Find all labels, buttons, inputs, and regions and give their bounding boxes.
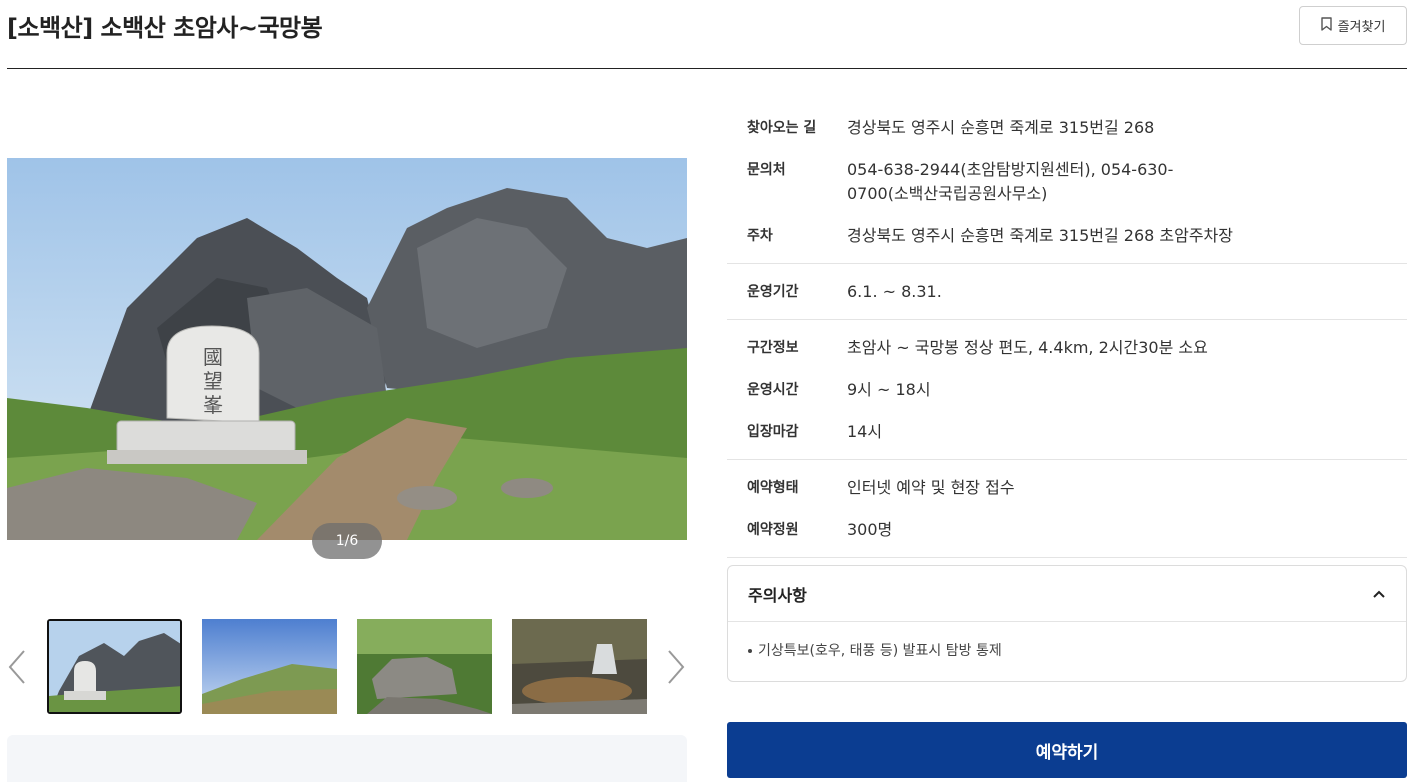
info-row: 구간정보 초암사 ~ 국망봉 정상 편도, 4.4km, 2시간30분 소요 [727, 327, 1407, 369]
reserve-button[interactable]: 예약하기 [727, 722, 1407, 778]
info-row: 예약형태 인터넷 예약 및 현장 접수 [727, 467, 1407, 509]
thumbnail-3[interactable] [357, 619, 492, 714]
svg-text:峯: 峯 [203, 393, 223, 417]
info-value: 6.1. ~ 8.31. [847, 282, 942, 301]
thumbnail-strip [0, 618, 700, 716]
notice-title: 주의사항 [748, 585, 807, 605]
favorite-button[interactable]: 즐겨찾기 [1299, 6, 1407, 45]
info-value: 300명 [847, 520, 893, 539]
svg-text:國: 國 [203, 345, 223, 369]
info-row: 예약정원 300명 [727, 509, 1407, 551]
next-arrow-icon[interactable] [665, 648, 687, 686]
info-label: 예약형태 [747, 480, 799, 496]
info-value: 14시 [847, 422, 883, 441]
svg-text:望: 望 [203, 369, 223, 393]
info-label: 입장마감 [747, 424, 799, 440]
info-label: 주차 [747, 228, 773, 244]
photo-counter: 1/6 [312, 523, 382, 559]
info-value: 경상북도 영주시 순흥면 죽계로 315번길 268 초암주차장 [847, 226, 1233, 245]
notice-panel: 주의사항 기상특보(호우, 태풍 등) 발표시 탐방 통제 [727, 565, 1407, 682]
info-row: 운영기간 6.1. ~ 8.31. [727, 271, 1407, 313]
info-label: 구간정보 [747, 340, 799, 356]
info-row: 주차 경상북도 영주시 순흥면 죽계로 315번길 268 초암주차장 [727, 215, 1407, 257]
thumbnail-2[interactable] [202, 619, 337, 714]
info-label: 운영시간 [747, 382, 799, 398]
info-group-reservation: 예약형태 인터넷 예약 및 현장 접수 예약정원 300명 [727, 460, 1407, 558]
page-title: [소백산] 소백산 초암사~국망봉 [7, 14, 323, 42]
description-box [7, 735, 687, 782]
bullet-icon [748, 649, 752, 653]
info-value: 경상북도 영주시 순흥면 죽계로 315번길 268 [847, 118, 1155, 137]
info-value: 인터넷 예약 및 현장 접수 [847, 478, 1015, 497]
info-table: 찾아오는 길 경상북도 영주시 순흥면 죽계로 315번길 268 문의처 05… [727, 100, 1407, 558]
info-group-location: 찾아오는 길 경상북도 영주시 순흥면 죽계로 315번길 268 문의처 05… [727, 100, 1407, 264]
info-value: 054-638-2944(초암탐방지원센터), 054-630-0700(소백산… [847, 160, 1174, 203]
notice-item: 기상특보(호우, 태풍 등) 발표시 탐방 통제 [758, 643, 1002, 659]
prev-arrow-icon[interactable] [6, 648, 28, 686]
favorite-label: 즐겨찾기 [1337, 20, 1386, 35]
info-group-period: 운영기간 6.1. ~ 8.31. [727, 264, 1407, 320]
info-label: 문의처 [747, 162, 786, 178]
notice-toggle[interactable]: 주의사항 [728, 566, 1406, 622]
info-row: 입장마감 14시 [727, 411, 1407, 453]
main-photo[interactable]: 國 望 峯 [7, 158, 687, 540]
thumbnail-1[interactable] [47, 619, 182, 714]
thumbnail-4[interactable] [512, 619, 647, 714]
info-group-course: 구간정보 초암사 ~ 국망봉 정상 편도, 4.4km, 2시간30분 소요 운… [727, 320, 1407, 460]
info-label: 예약정원 [747, 522, 799, 538]
info-value: 9시 ~ 18시 [847, 380, 931, 399]
info-row: 운영시간 9시 ~ 18시 [727, 369, 1407, 411]
info-row: 문의처 054-638-2944(초암탐방지원센터), 054-630-0700… [727, 149, 1407, 215]
notice-body: 기상특보(호우, 태풍 등) 발표시 탐방 통제 [728, 622, 1406, 678]
info-label: 운영기간 [747, 284, 799, 300]
info-value: 초암사 ~ 국망봉 정상 편도, 4.4km, 2시간30분 소요 [847, 338, 1208, 357]
page-header: [소백산] 소백산 초암사~국망봉 즐겨찾기 [7, 0, 1407, 69]
info-label: 찾아오는 길 [747, 120, 817, 136]
chevron-up-icon [1372, 584, 1386, 603]
bookmark-icon [1320, 16, 1332, 35]
info-row: 찾아오는 길 경상북도 영주시 순흥면 죽계로 315번길 268 [727, 107, 1407, 149]
